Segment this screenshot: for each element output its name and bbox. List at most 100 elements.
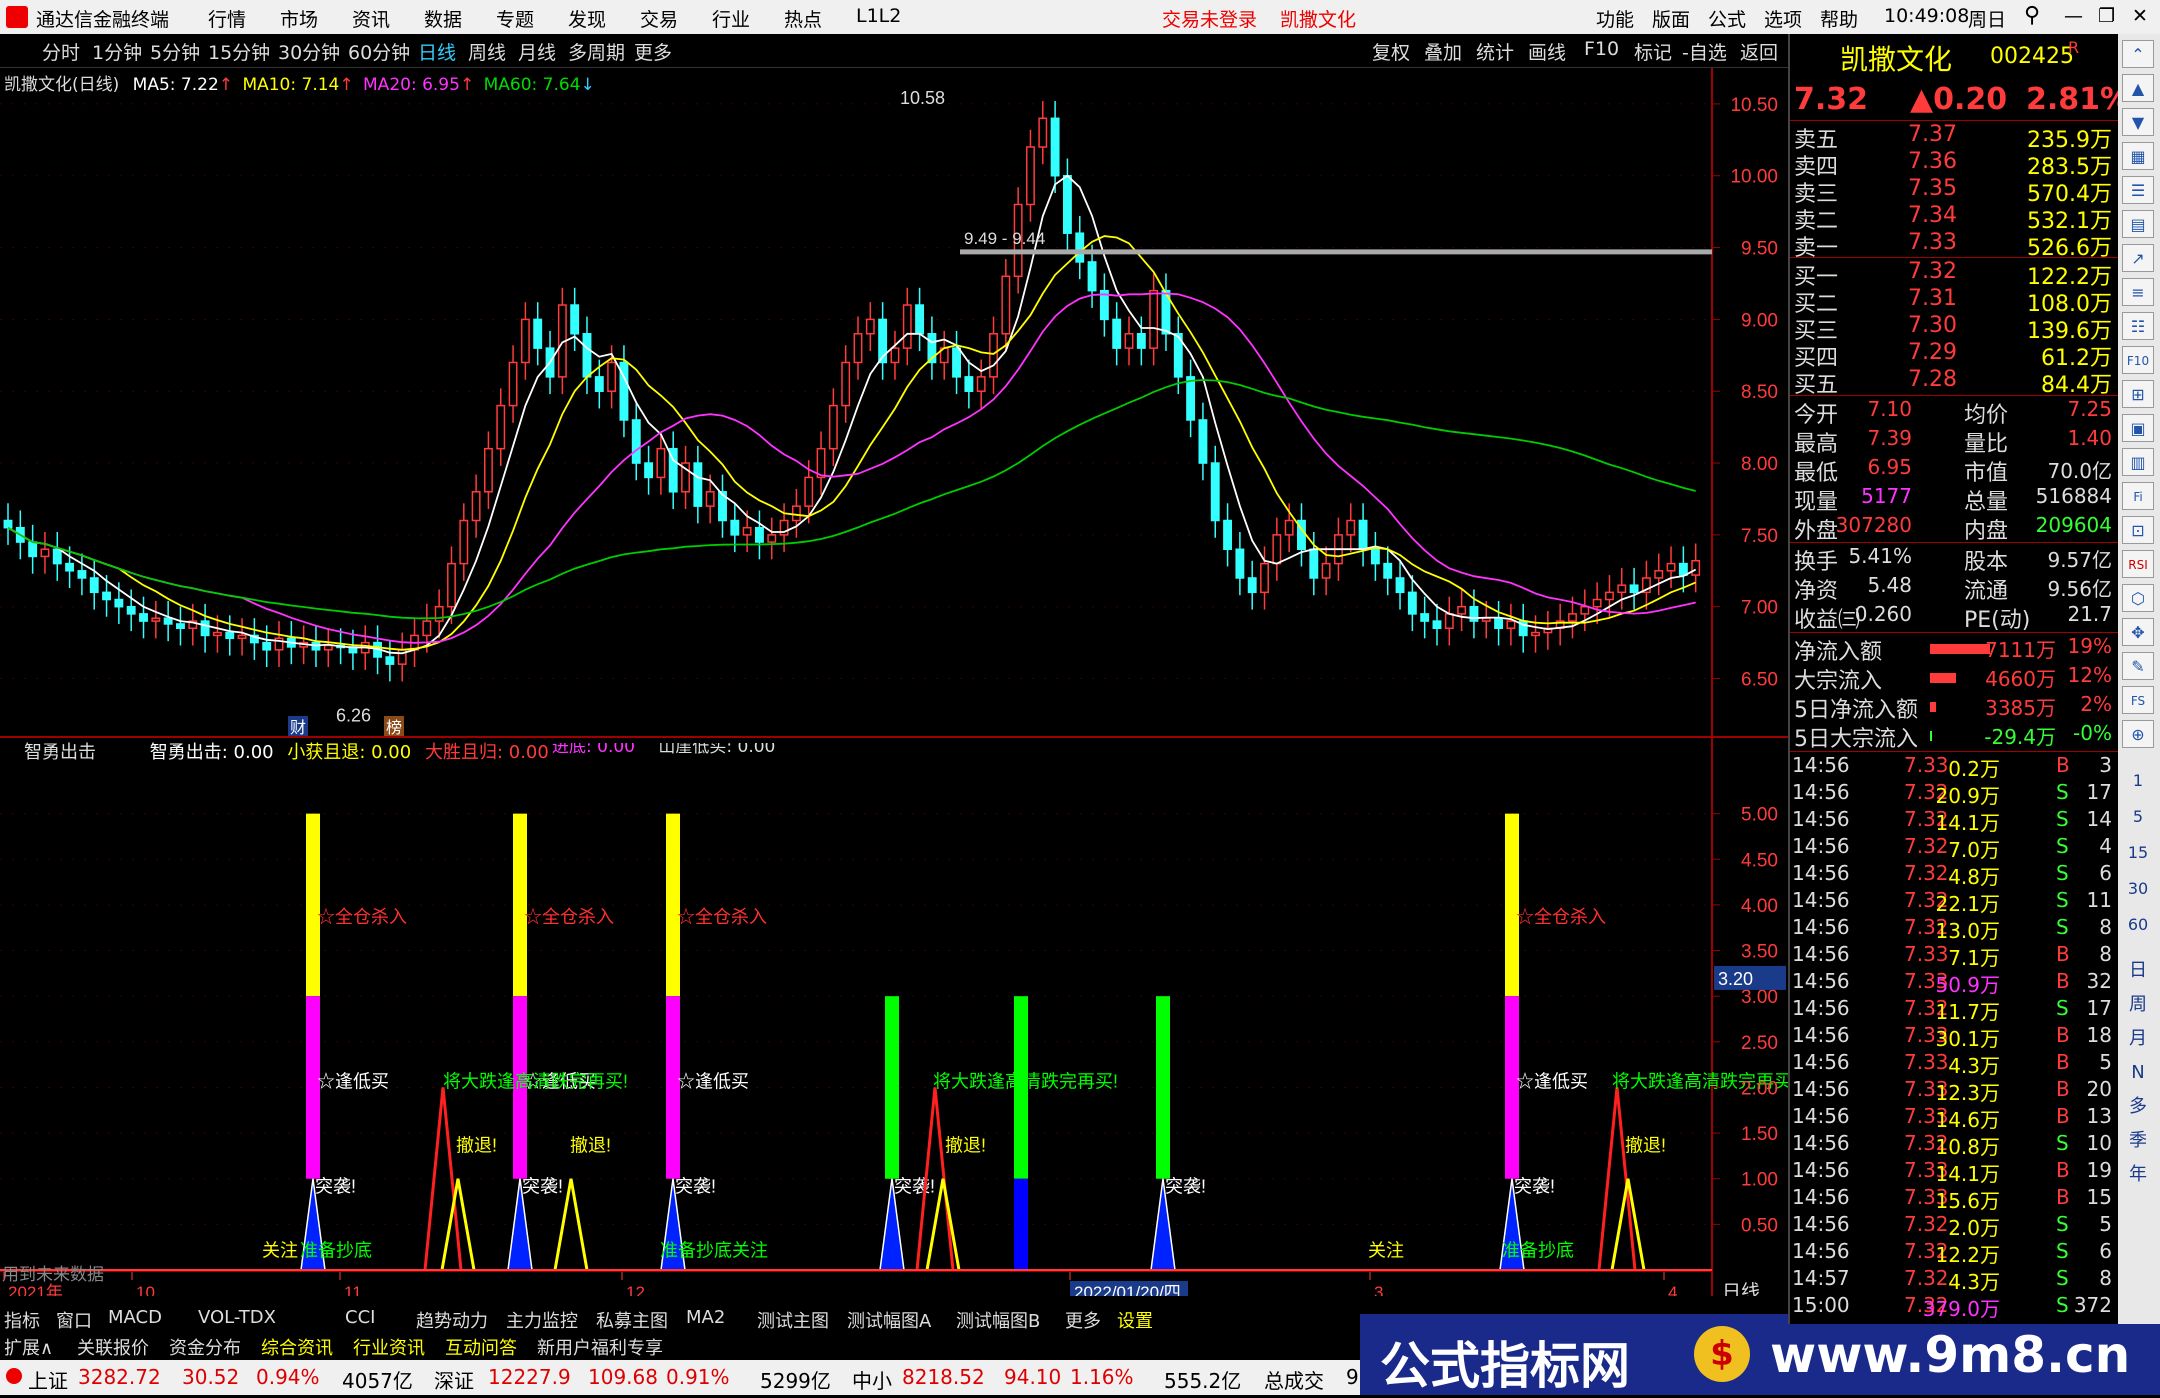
menu-jiaoyi[interactable]: 交易 (640, 5, 678, 32)
rsi-icon[interactable]: RSI (2122, 550, 2154, 578)
period-60min[interactable]: 60分钟 (348, 38, 410, 65)
tab-13[interactable]: 设置 (1117, 1307, 1153, 1333)
table-icon[interactable]: ▤ (2122, 210, 2154, 238)
list-icon[interactable]: ☰ (2122, 176, 2154, 204)
period-side-button[interactable]: 年 (2122, 1160, 2154, 1190)
menu-l1l2[interactable]: L1L2 (856, 5, 901, 27)
close-icon[interactable]: ✕ (2132, 5, 2148, 27)
up-arrow-icon[interactable]: ▲ (2122, 74, 2154, 102)
period-fenshi[interactable]: 分时 (42, 38, 80, 65)
menu-bangzhu[interactable]: 帮助 (1820, 5, 1858, 32)
restore-icon[interactable]: ❐ (2098, 5, 2115, 27)
sh-label[interactable]: 上证 (28, 1365, 68, 1394)
period-day[interactable]: 日线 (418, 38, 456, 65)
tab-0[interactable]: 指标 (4, 1307, 40, 1333)
menu-gongshi[interactable]: 公式 (1708, 5, 1746, 32)
menu-banmian[interactable]: 版面 (1652, 5, 1690, 32)
tab-7[interactable]: 私募主图 (596, 1307, 668, 1333)
menu-shichang[interactable]: 市场 (280, 5, 318, 32)
kline-chart[interactable]: ☆全仓杀入 ☆逢低买突袭! ☆全仓杀入 ☆逢低买突袭! ☆全仓杀入 ☆逢低买突袭! 突袭! 突… (0, 68, 1788, 1296)
window-icon[interactable]: ⊡ (2122, 516, 2154, 544)
ext-tab-6[interactable]: 新用户福利专享 (537, 1334, 663, 1360)
period-5min[interactable]: 5分钟 (150, 38, 200, 65)
tool-fuquan[interactable]: 复权 (1372, 38, 1410, 65)
fs-icon[interactable]: FS (2122, 686, 2154, 714)
layout-icon[interactable]: ☷ (2122, 312, 2154, 340)
tool-f10[interactable]: F10 (1584, 38, 1619, 60)
tab-9[interactable]: 测试主图 (757, 1307, 829, 1333)
menu-redian[interactable]: 热点 (784, 5, 822, 32)
f10-icon[interactable]: F10 (2122, 346, 2154, 374)
menu-shuju[interactable]: 数据 (424, 5, 462, 32)
ext-tab-0[interactable]: 扩展∧ (4, 1334, 53, 1360)
period-1min[interactable]: 1分钟 (92, 38, 142, 65)
tab-3[interactable]: VOL-TDX (198, 1307, 276, 1328)
period-num-button[interactable]: 1 (2122, 766, 2154, 796)
period-side-button[interactable]: 日 (2122, 956, 2154, 986)
menu-gongneng[interactable]: 功能 (1596, 5, 1634, 32)
zoom-icon[interactable]: ⊕ (2122, 720, 2154, 748)
period-side-button[interactable]: 多 (2122, 1092, 2154, 1122)
tab-4[interactable]: CCI (345, 1307, 375, 1328)
login-status[interactable]: 交易未登录 (1162, 5, 1257, 32)
ext-tab-4[interactable]: 行业资讯 (353, 1334, 425, 1360)
down-arrow-icon[interactable]: ▼ (2122, 108, 2154, 136)
tab-12[interactable]: 更多 (1065, 1307, 1101, 1333)
tool-huaxian[interactable]: 画线 (1528, 38, 1566, 65)
menu-hangqing[interactable]: 行情 (208, 5, 246, 32)
ext-tab-1[interactable]: 关联报价 (77, 1334, 149, 1360)
hex-icon[interactable]: ⬡ (2122, 584, 2154, 612)
tab-5[interactable]: 趋势动力 (416, 1307, 488, 1333)
tab-1[interactable]: 窗口 (56, 1307, 92, 1333)
label-raid: 突袭! (894, 1176, 935, 1196)
tool-tongji[interactable]: 统计 (1476, 38, 1514, 65)
grid-icon[interactable]: ▦ (2122, 142, 2154, 170)
tool-fanhui[interactable]: 返回 (1740, 38, 1778, 65)
tool-zixuan[interactable]: -自选 (1682, 38, 1727, 65)
tool-biaoji[interactable]: 标记 (1634, 38, 1672, 65)
search-icon[interactable]: ⚲ (2024, 3, 2040, 28)
signal-bar-green (1156, 996, 1170, 1179)
tab-11[interactable]: 测试幅图B (956, 1307, 1040, 1333)
ext-tab-3[interactable]: 综合资讯 (261, 1334, 333, 1360)
expand-icon[interactable]: ⊞ (2122, 380, 2154, 408)
fi-icon[interactable]: Fi (2122, 482, 2154, 510)
sz-label[interactable]: 深证 (434, 1365, 474, 1394)
period-num-button[interactable]: 60 (2122, 910, 2154, 940)
menu-zhuanti[interactable]: 专题 (496, 5, 534, 32)
period-num-button[interactable]: 30 (2122, 874, 2154, 904)
period-15min[interactable]: 15分钟 (208, 38, 270, 65)
period-side-button[interactable]: 月 (2122, 1024, 2154, 1054)
ext-tab-2[interactable]: 资金分布 (169, 1334, 241, 1360)
tab-2[interactable]: MACD (108, 1307, 162, 1328)
panel-icon[interactable]: ▣ (2122, 414, 2154, 442)
period-num-button[interactable]: 5 (2122, 802, 2154, 832)
period-month[interactable]: 月线 (518, 38, 556, 65)
tab-10[interactable]: 测试幅图A (847, 1307, 931, 1333)
menu-xuanxiang[interactable]: 选项 (1764, 5, 1802, 32)
period-week[interactable]: 周线 (468, 38, 506, 65)
move-icon[interactable]: ✥ (2122, 618, 2154, 646)
bars-icon[interactable]: ▥ (2122, 448, 2154, 476)
tool-diejia[interactable]: 叠加 (1424, 38, 1462, 65)
period-more[interactable]: 更多 (634, 38, 672, 65)
period-num-button[interactable]: 15 (2122, 838, 2154, 868)
trend-icon[interactable]: ↗ (2122, 244, 2154, 272)
tab-6[interactable]: 主力监控 (506, 1307, 578, 1333)
pen-icon[interactable]: ✎ (2122, 652, 2154, 680)
menu-icon[interactable]: ≡ (2122, 278, 2154, 306)
period-side-button[interactable]: 周 (2122, 990, 2154, 1020)
period-30min[interactable]: 30分钟 (278, 38, 340, 65)
menu-faxian[interactable]: 发现 (568, 5, 606, 32)
tab-8[interactable]: MA2 (686, 1307, 725, 1328)
menu-hangye[interactable]: 行业 (712, 5, 750, 32)
candle-body (1346, 519, 1356, 536)
menu-zixun[interactable]: 资讯 (352, 5, 390, 32)
collapse-icon[interactable]: ⌃ (2122, 40, 2154, 68)
minimize-icon[interactable]: — (2064, 5, 2083, 27)
zx-label[interactable]: 中小 (852, 1365, 892, 1394)
period-multi[interactable]: 多周期 (568, 38, 625, 65)
ext-tab-5[interactable]: 互动问答 (445, 1334, 517, 1360)
period-side-button[interactable]: N (2122, 1058, 2154, 1088)
period-side-button[interactable]: 季 (2122, 1126, 2154, 1156)
